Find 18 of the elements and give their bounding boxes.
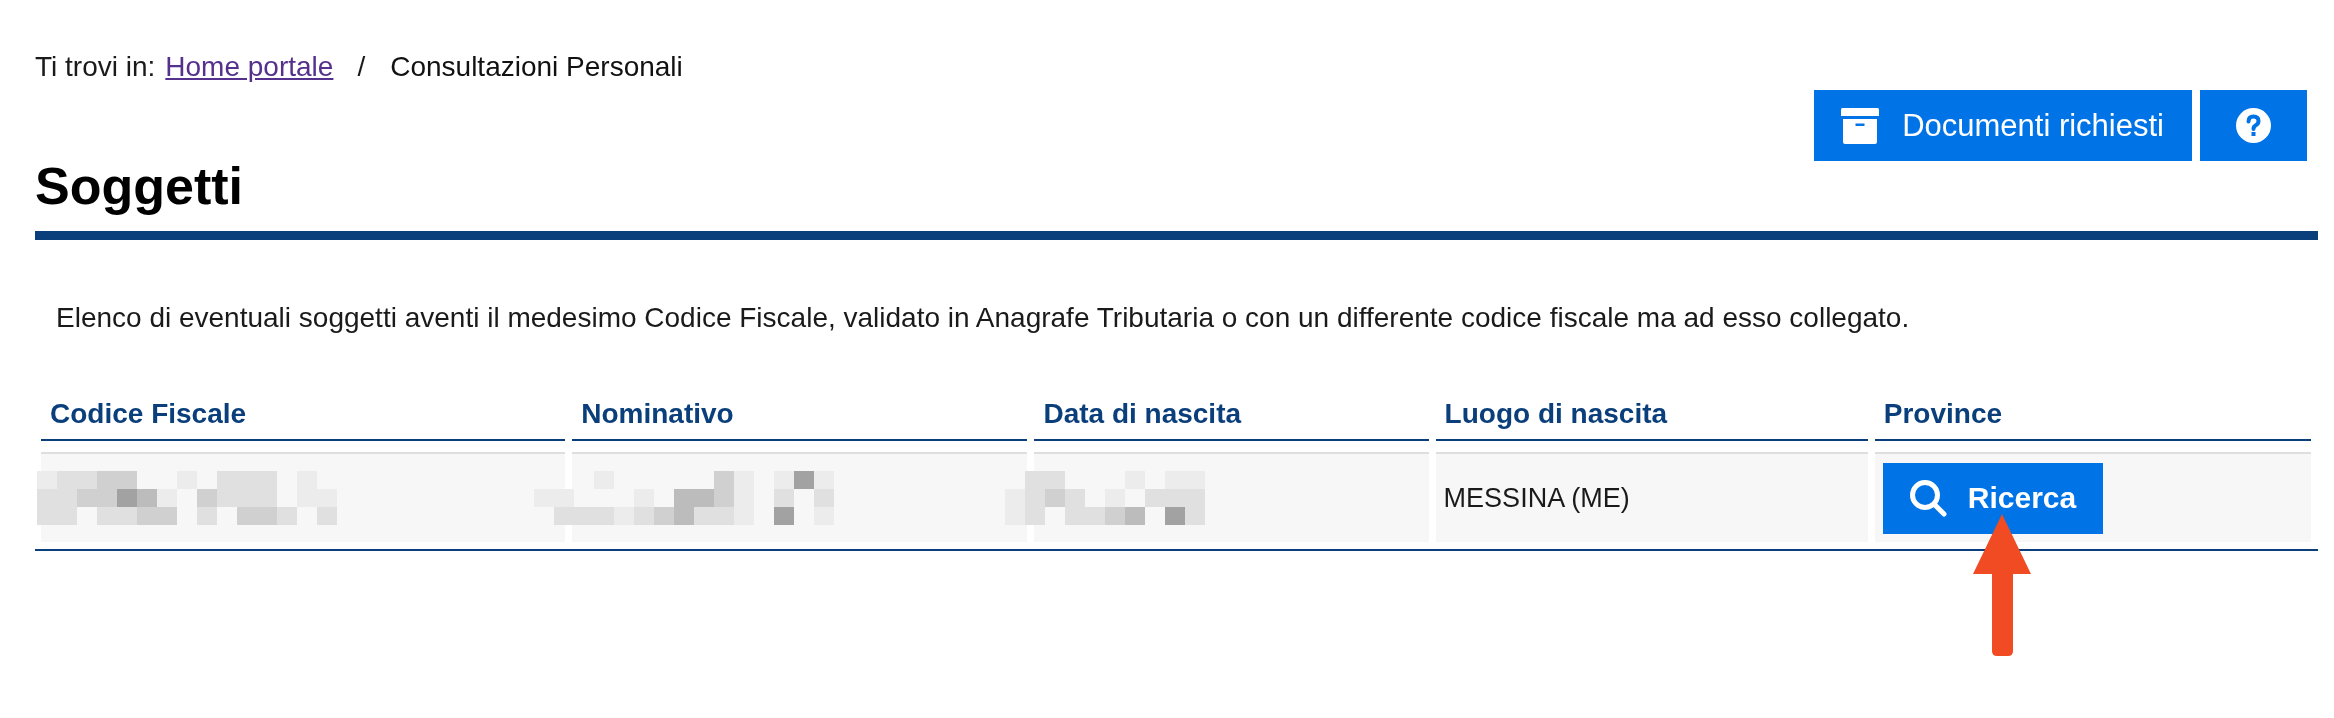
column-header: Nominativo (572, 397, 1028, 441)
page-title: Soggetti (35, 156, 243, 216)
search-button[interactable]: Ricerca (1882, 462, 2104, 534)
archive-box-icon (1841, 107, 1880, 144)
documents-button[interactable]: Documenti richiesti (1814, 90, 2192, 161)
help-icon (2236, 108, 2271, 143)
search-icon (1908, 479, 1947, 517)
column-header: Province (1874, 397, 2311, 441)
column-header: Codice Fiscale (41, 397, 566, 441)
breadcrumb-separator: / (357, 50, 366, 84)
table-cell: MESSINA (ME) (1435, 452, 1868, 542)
breadcrumb-link[interactable]: Home portale (165, 50, 334, 84)
column-header: Data di nascita (1034, 397, 1429, 441)
breadcrumb-current: Consultazioni Personali (390, 50, 683, 84)
breadcrumb-label: Ti trovi in: (35, 50, 156, 84)
column-header: Luogo di nascita (1435, 397, 1868, 441)
help-button[interactable] (2200, 90, 2307, 161)
description-text: Elenco di eventuali soggetti aventi il medesimo Codice Fiscale, validato in Anagrafe Tributaria o con un differente codice fiscale ma ad esso collegato. (56, 301, 1911, 335)
